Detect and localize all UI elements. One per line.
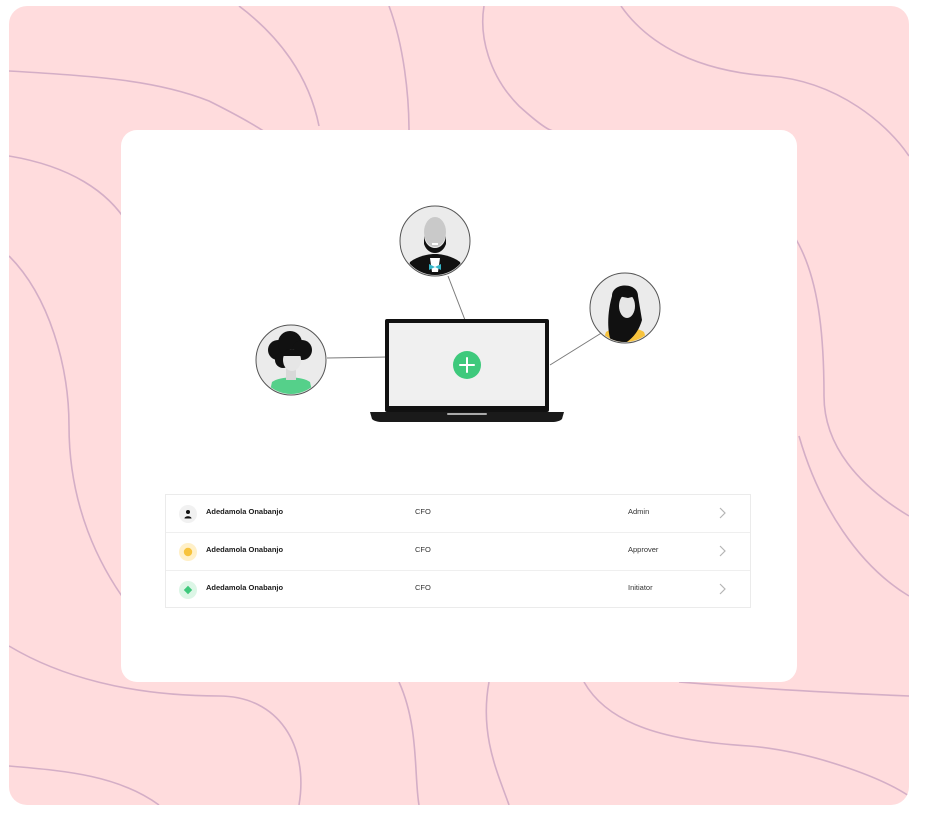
- chevron-right-icon[interactable]: [717, 506, 727, 520]
- woman-afro-avatar-icon[interactable]: [255, 324, 327, 400]
- user-name: Adedamola Onabanjo: [206, 545, 284, 554]
- user-title: CFO: [415, 583, 431, 592]
- users-table: Adedamola Onabanjo CFO Admin Adedamola O…: [165, 494, 751, 608]
- user-name: Adedamola Onabanjo: [206, 583, 284, 592]
- user-name: Adedamola Onabanjo: [206, 507, 284, 516]
- illustration: [255, 205, 661, 422]
- table-row[interactable]: Adedamola Onabanjo CFO Approver: [166, 533, 750, 571]
- plus-icon[interactable]: [453, 351, 481, 379]
- green-diamond-icon: [179, 581, 197, 599]
- table-row[interactable]: Adedamola Onabanjo CFO Admin: [166, 495, 750, 533]
- man-avatar-icon[interactable]: [399, 205, 471, 280]
- chevron-right-icon[interactable]: [717, 582, 727, 596]
- user-title: CFO: [415, 545, 431, 554]
- user-role: Approver: [628, 545, 659, 554]
- yellow-dot-icon: [179, 543, 197, 561]
- user-title: CFO: [415, 507, 431, 516]
- table-row[interactable]: Adedamola Onabanjo CFO Initiator: [166, 571, 750, 609]
- user-role: Admin: [628, 507, 650, 516]
- chevron-right-icon[interactable]: [717, 544, 727, 558]
- woman-longhair-avatar-icon[interactable]: [589, 272, 661, 350]
- person-icon: [179, 505, 197, 523]
- user-role: Initiator: [628, 583, 653, 592]
